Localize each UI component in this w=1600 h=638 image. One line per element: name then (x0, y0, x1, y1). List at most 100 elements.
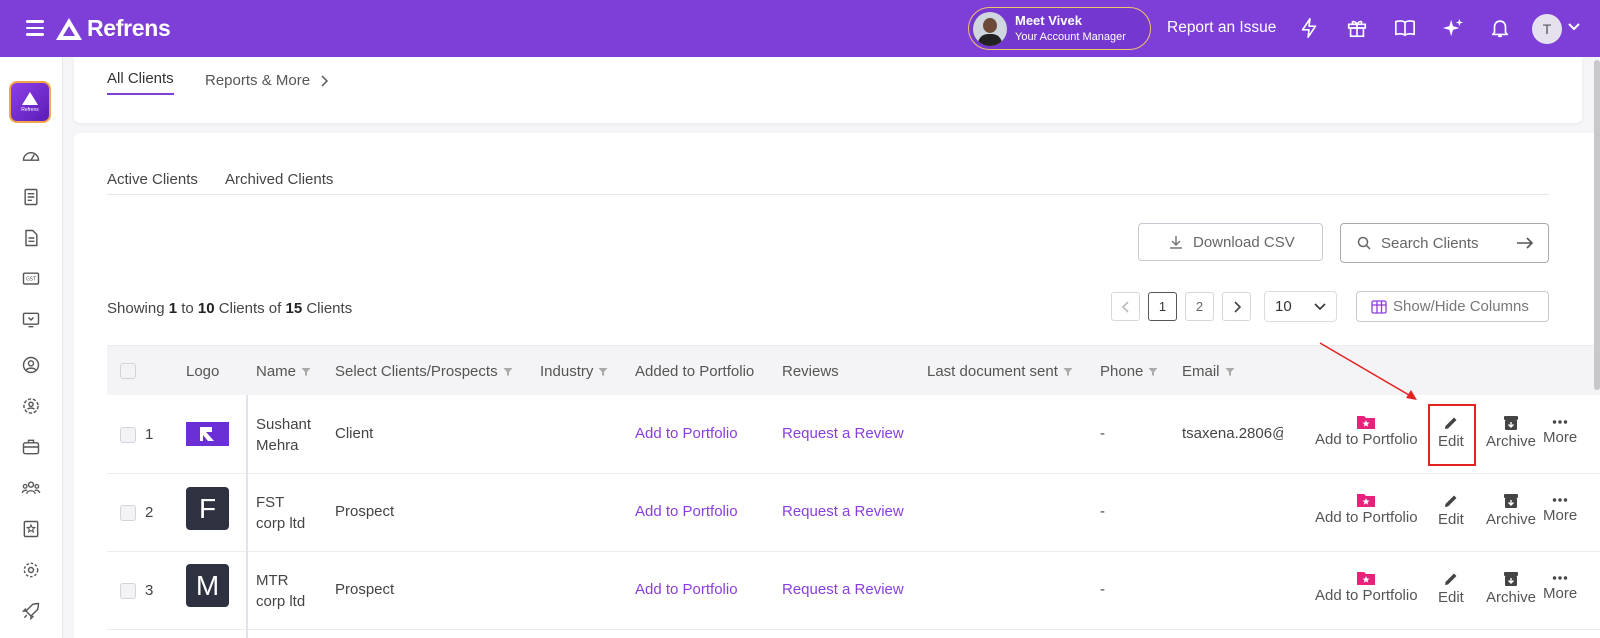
table-row[interactable]: 2 F FST corp ltd Prospect Add to Portfoli… (107, 474, 1600, 552)
showing-suffix: Clients (306, 300, 353, 317)
menu-icon[interactable] (26, 20, 44, 36)
search-icon (1357, 236, 1371, 250)
tab-all-clients[interactable]: All Clients (107, 70, 174, 95)
page-scrollbar[interactable] (1594, 60, 1600, 390)
request-review-link[interactable]: Request a Review (782, 503, 904, 520)
add-to-portfolio-link[interactable]: Add to Portfolio (635, 503, 738, 520)
filter-icon[interactable] (1063, 367, 1073, 377)
show-hide-columns-button[interactable]: Show/Hide Columns (1356, 291, 1549, 322)
request-review-link[interactable]: Request a Review (782, 425, 904, 442)
invoice-icon[interactable] (21, 187, 41, 207)
client-phone: - (1100, 581, 1105, 598)
archive-icon (1504, 494, 1519, 508)
client-type: Prospect (335, 581, 395, 598)
workspace-logo[interactable]: Refrens (9, 81, 51, 123)
edit-action[interactable]: Edit (1438, 493, 1464, 528)
archive-action[interactable]: Archive (1486, 415, 1536, 450)
download-icon (1170, 236, 1182, 249)
table-row[interactable]: 1 Sushant Mehra Client Add to Portfolio R… (107, 396, 1600, 474)
chevron-right-icon (321, 74, 329, 87)
filter-icon[interactable] (503, 367, 513, 377)
row-checkbox[interactable] (120, 427, 136, 443)
lightning-icon[interactable] (1298, 17, 1320, 39)
more-action[interactable]: More (1543, 495, 1577, 524)
column-industry-label: Industry (540, 363, 594, 380)
book-icon[interactable] (1394, 17, 1416, 39)
gear-icon[interactable] (21, 560, 41, 580)
monitor-icon[interactable] (21, 310, 41, 330)
client-name[interactable]: FST corp ltd (256, 492, 305, 534)
column-added-portfolio-label: Added to Portfolio (635, 363, 755, 380)
page-2-button[interactable]: 2 (1185, 292, 1214, 321)
arrow-right-icon[interactable] (1516, 237, 1534, 249)
account-manager-button[interactable]: Meet Vivek Your Account Manager (968, 7, 1151, 50)
client-type: Client (335, 425, 374, 442)
table-row[interactable]: 3 M MTR corp ltd Prospect Add to Portfoli… (107, 552, 1600, 630)
add-to-portfolio-action[interactable]: Add to Portfolio (1315, 415, 1418, 448)
select-all-checkbox[interactable] (120, 363, 136, 379)
add-to-portfolio-action[interactable]: Add to Portfolio (1315, 571, 1418, 604)
gst-icon[interactable]: GST (21, 269, 41, 289)
filter-icon[interactable] (1225, 367, 1235, 377)
archive-action[interactable]: Archive (1486, 571, 1536, 606)
row-number: 1 (145, 426, 154, 443)
document-icon[interactable] (21, 228, 41, 248)
gift-icon[interactable] (1346, 17, 1368, 39)
brand-logo[interactable]: Refrens (55, 15, 171, 42)
bell-icon[interactable] (1489, 17, 1511, 39)
column-industry[interactable]: Industry (540, 363, 608, 380)
client-name[interactable]: MTR corp ltd (256, 570, 305, 612)
column-email[interactable]: Email (1182, 363, 1235, 380)
column-phone-label: Phone (1100, 363, 1144, 380)
user-settings-icon[interactable] (21, 396, 41, 416)
more-action[interactable]: More (1543, 417, 1577, 446)
svg-text:GST: GST (26, 277, 37, 283)
showing-clients-of: Clients of (218, 300, 282, 317)
chevron-down-icon[interactable] (1568, 22, 1580, 32)
tab-active-clients[interactable]: Active Clients (107, 171, 198, 188)
folder-star-icon (1357, 494, 1376, 507)
archive-action[interactable]: Archive (1486, 493, 1536, 528)
edit-action[interactable]: Edit (1438, 571, 1464, 606)
row-checkbox[interactable] (120, 505, 136, 521)
filter-icon[interactable] (598, 367, 608, 377)
dashboard-icon[interactable] (21, 146, 41, 166)
search-input[interactable]: Search Clients (1340, 223, 1549, 263)
sidebar: Refrens GST (0, 57, 63, 638)
client-name[interactable]: Sushant Mehra (256, 414, 311, 456)
more-action-label: More (1543, 585, 1578, 602)
column-phone[interactable]: Phone (1100, 363, 1158, 380)
report-issue-link[interactable]: Report an Issue (1167, 19, 1276, 37)
user-circle-icon[interactable] (21, 355, 41, 375)
top-bar: Refrens Meet Vivek Your Account Manager … (0, 0, 1600, 57)
tab-reports-more[interactable]: Reports & More (205, 72, 330, 89)
client-phone: - (1100, 425, 1105, 442)
tab-archived-clients[interactable]: Archived Clients (225, 171, 333, 188)
client-type: Prospect (335, 503, 395, 520)
download-csv-button[interactable]: Download CSV (1138, 223, 1323, 261)
filter-icon[interactable] (1148, 367, 1158, 377)
page-1-button[interactable]: 1 (1148, 292, 1177, 321)
filter-icon[interactable] (301, 367, 311, 377)
sparkle-icon[interactable] (1442, 17, 1464, 39)
request-review-link[interactable]: Request a Review (782, 581, 904, 598)
rocket-icon[interactable] (21, 601, 41, 621)
user-avatar[interactable]: T (1532, 14, 1562, 44)
add-to-portfolio-link[interactable]: Add to Portfolio (635, 425, 738, 442)
prev-page-button[interactable] (1111, 292, 1140, 321)
account-manager-avatar (973, 11, 1007, 46)
column-name[interactable]: Name (256, 363, 311, 380)
next-page-button[interactable] (1222, 292, 1251, 321)
add-to-portfolio-action[interactable]: Add to Portfolio (1315, 493, 1418, 526)
column-last-document[interactable]: Last document sent (927, 363, 1073, 380)
add-to-portfolio-link[interactable]: Add to Portfolio (635, 581, 738, 598)
column-select-clients[interactable]: Select Clients/Prospects (335, 363, 513, 380)
showing-to-word: to (181, 300, 194, 317)
more-action[interactable]: More (1543, 573, 1577, 602)
star-badge-icon[interactable] (21, 519, 41, 539)
per-page-select[interactable]: 10 (1264, 291, 1337, 322)
showing-from: 1 (168, 300, 178, 317)
row-checkbox[interactable] (120, 583, 136, 599)
briefcase-icon[interactable] (21, 437, 41, 457)
team-icon[interactable] (21, 478, 41, 498)
